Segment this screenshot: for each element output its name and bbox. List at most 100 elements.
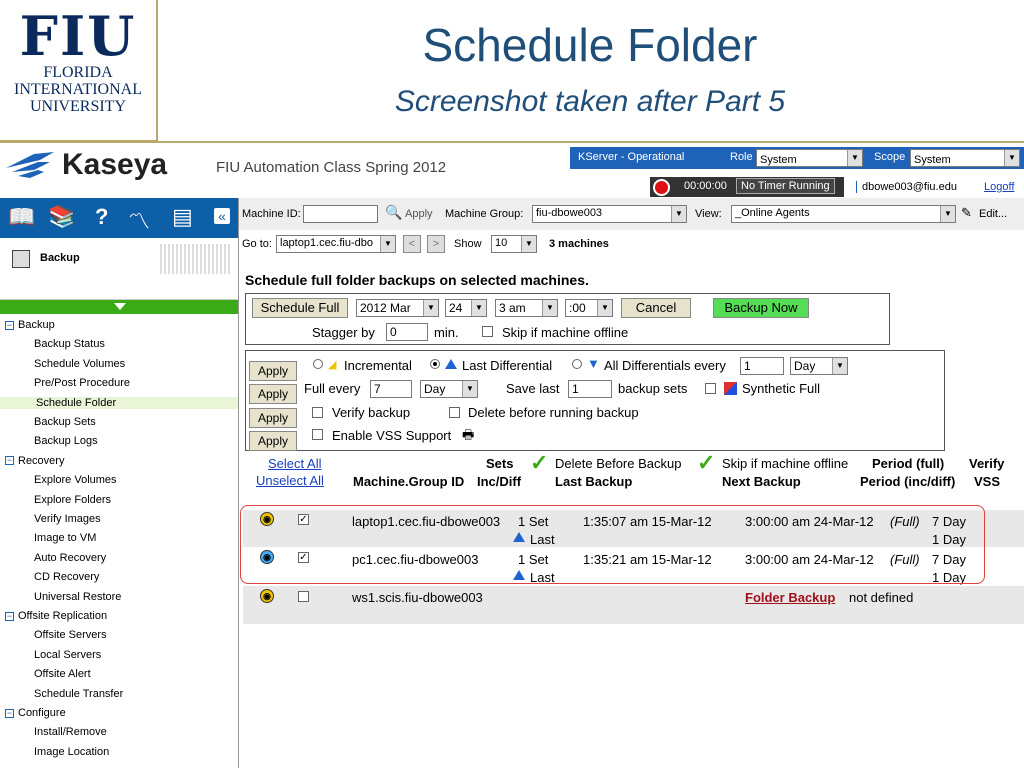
sidebar-item-auto-recovery[interactable]: Auto Recovery	[34, 552, 106, 564]
min-label: min.	[434, 325, 459, 340]
sidebar-item-offsite-alert[interactable]: Offsite Alert	[34, 668, 91, 680]
page-heading: Schedule full folder backups on selected…	[245, 272, 589, 288]
chart-icon[interactable]: 〽	[128, 204, 150, 236]
nav-item-label: Auto Recovery	[34, 551, 107, 564]
save-last-input[interactable]: 1	[568, 380, 612, 398]
skip-offline-checkbox[interactable]	[482, 326, 493, 337]
collapse-icon[interactable]: «	[214, 208, 230, 224]
sidebar-item-backup-status[interactable]: Backup Status	[34, 338, 105, 350]
app-topbar: Kaseya FIU Automation Class Spring 2012 …	[0, 143, 1024, 198]
stagger-input[interactable]: 0	[386, 323, 428, 341]
cancel-button[interactable]: Cancel	[621, 298, 691, 318]
chevron-down-icon	[114, 303, 126, 310]
book-add-icon[interactable]: 📚	[48, 204, 75, 230]
view-label: View:	[695, 208, 722, 220]
module-selector[interactable]: Backup	[0, 238, 238, 300]
incremental-label: Incremental	[344, 358, 412, 373]
slide-title: Schedule Folder	[422, 19, 758, 71]
sidebar-item-backup-sets[interactable]: Backup Sets	[34, 416, 96, 428]
diff-period-select[interactable]: Day ▼	[790, 357, 848, 375]
diff-every-input[interactable]: 1	[740, 357, 784, 375]
schedule-full-button[interactable]: Schedule Full	[252, 298, 348, 318]
time-hour-select[interactable]: 3 am ▼	[495, 299, 558, 317]
prev-page-button[interactable]: <	[403, 235, 421, 253]
nav-group-backup[interactable]: − Backup	[5, 319, 55, 331]
sidebar-item-image-to-vm[interactable]: Image to VM	[34, 532, 96, 544]
module-expand-bar[interactable]	[0, 300, 238, 314]
col-delete-before-header: Delete Before Backup	[555, 456, 682, 471]
search-icon[interactable]: 🔍	[385, 204, 402, 221]
sidebar-item-cd-recovery[interactable]: CD Recovery	[34, 571, 99, 583]
verify-backup-checkbox[interactable]	[312, 407, 323, 418]
last-differential-radio[interactable]	[430, 359, 440, 369]
apply-button-2[interactable]: Apply	[249, 384, 297, 404]
apply-button-3[interactable]: Apply	[249, 408, 297, 428]
toolbar-apply-link[interactable]: Apply	[405, 208, 433, 220]
logoff-link[interactable]: Logoff	[984, 181, 1014, 193]
nav-item-label: Explore Volumes	[34, 474, 117, 487]
sidebar-item-explore-folders[interactable]: Explore Folders	[34, 494, 111, 506]
nav-group-offsite-replication[interactable]: − Offsite Replication	[5, 610, 107, 622]
full-every-input[interactable]: 7	[370, 380, 412, 398]
timer-value: 00:00:00	[684, 180, 727, 192]
collapse-toggle-icon[interactable]: −	[5, 708, 14, 718]
collapse-toggle-icon[interactable]: −	[5, 456, 14, 466]
apply-button-4[interactable]: Apply	[249, 431, 297, 451]
help-icon[interactable]: ?	[95, 204, 108, 230]
sidebar-item-image-location[interactable]: Image Location	[34, 746, 109, 758]
synthetic-full-icon	[724, 382, 737, 395]
sidebar-item-schedule-volumes[interactable]: Schedule Volumes	[34, 358, 125, 370]
date-month-select[interactable]: 2012 Mar ▼	[356, 299, 439, 317]
sidebar-item-pre-post-procedure[interactable]: Pre/Post Procedure	[34, 377, 130, 389]
sidebar-item-schedule-transfer[interactable]: Schedule Transfer	[34, 688, 123, 700]
nav-item-label: Pre/Post Procedure	[34, 377, 130, 390]
book-icon[interactable]: 📖	[8, 204, 35, 230]
collapse-toggle-icon[interactable]: −	[5, 320, 14, 330]
next-page-button[interactable]: >	[427, 235, 445, 253]
full-period-select[interactable]: Day ▼	[420, 380, 478, 398]
nav-item-label: Backup	[18, 319, 55, 331]
sidebar-item-local-servers[interactable]: Local Servers	[34, 649, 101, 661]
nav-group-configure[interactable]: − Configure	[5, 707, 66, 719]
row-checkbox[interactable]	[298, 591, 309, 602]
clipboard-icon[interactable]: ▤	[172, 204, 193, 230]
sidebar-item-install-remove[interactable]: Install/Remove	[34, 726, 107, 738]
enable-vss-checkbox[interactable]	[312, 429, 323, 440]
role-select[interactable]: System ▼	[756, 149, 863, 167]
pencil-icon[interactable]: ✎	[961, 205, 972, 221]
sidebar-item-universal-restore[interactable]: Universal Restore	[34, 591, 121, 603]
timer-box[interactable]: 00:00:00 No Timer Running	[650, 177, 844, 197]
machine-group-select[interactable]: fiu-dbowe003 ▼	[532, 205, 687, 223]
show-count-select[interactable]: 10 ▼	[491, 235, 537, 253]
sidebar-item-backup-logs[interactable]: Backup Logs	[34, 435, 98, 447]
slide-subtitle: Screenshot taken after Part 5	[394, 85, 786, 118]
sidebar-item-offsite-servers[interactable]: Offsite Servers	[34, 629, 107, 641]
all-differentials-icon: ▼	[587, 356, 600, 371]
incremental-radio[interactable]	[313, 359, 323, 369]
module-name: Backup	[40, 252, 80, 264]
machine-id-input[interactable]	[303, 205, 378, 223]
delete-before-checkbox[interactable]	[449, 407, 460, 418]
goto-select[interactable]: laptop1.cec.fiu-dbo ▼	[276, 235, 396, 253]
synthetic-full-checkbox[interactable]	[705, 383, 716, 394]
sidebar-item-verify-images[interactable]: Verify Images	[34, 513, 101, 525]
select-all-link[interactable]: Select All	[268, 456, 321, 471]
save-last-label: Save last	[506, 381, 560, 396]
sidebar-item-schedule-folder[interactable]: Schedule Folder	[0, 396, 238, 409]
edit-link[interactable]: Edit...	[979, 208, 1007, 220]
collapse-toggle-icon[interactable]: −	[5, 611, 14, 621]
scope-select[interactable]: System ▼	[910, 149, 1020, 167]
sidebar-item-explore-volumes[interactable]: Explore Volumes	[34, 474, 117, 486]
backup-now-button[interactable]: Backup Now	[713, 298, 809, 318]
apply-button-1[interactable]: Apply	[249, 361, 297, 381]
kserver-status: KServer - Operational	[578, 151, 685, 163]
folder-backup-link[interactable]: Folder Backup	[745, 590, 835, 605]
unselect-all-link[interactable]: Unselect All	[256, 473, 324, 488]
nav-item-label: Offsite Alert	[34, 668, 91, 681]
time-min-select[interactable]: :00 ▼	[565, 299, 613, 317]
nav-group-recovery[interactable]: − Recovery	[5, 455, 64, 467]
all-differentials-radio[interactable]	[572, 359, 582, 369]
view-select[interactable]: _Online Agents ▼	[731, 205, 956, 223]
date-day-select[interactable]: 24 ▼	[445, 299, 487, 317]
chevron-down-icon: ▼	[940, 206, 955, 222]
